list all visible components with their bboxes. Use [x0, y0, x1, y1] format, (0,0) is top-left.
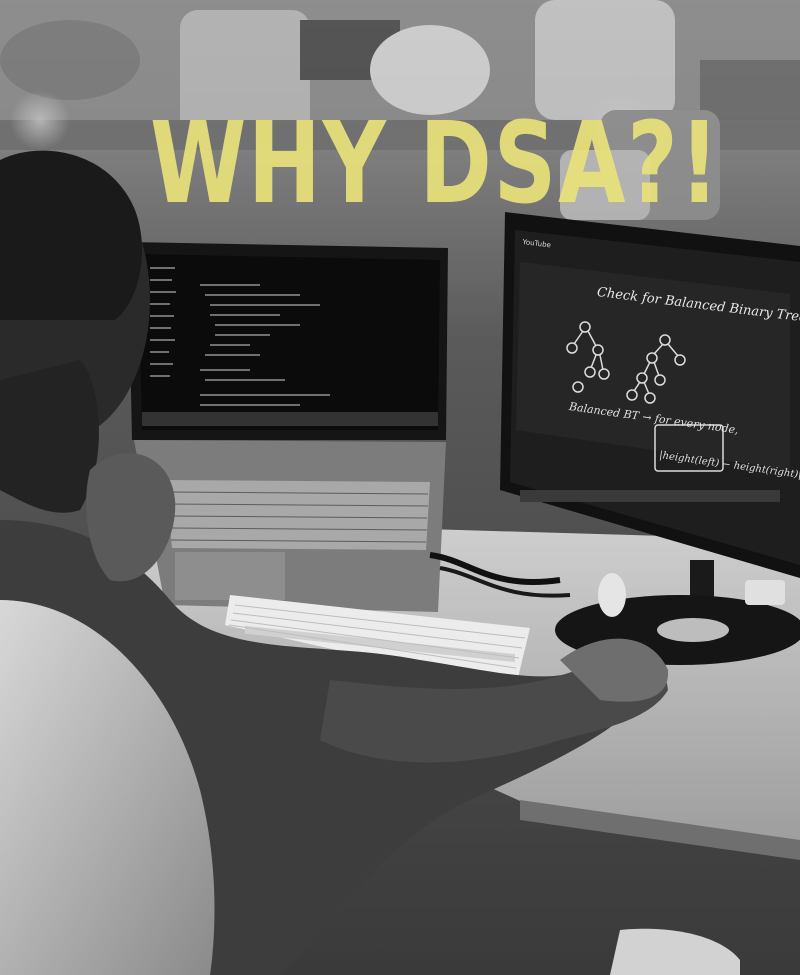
figurine	[598, 573, 626, 617]
headline-overlay: WHY DSA?!	[150, 99, 721, 229]
toy-car	[657, 618, 729, 642]
photo-scene: YouTube Check for Balanced Binary Tree B…	[0, 0, 800, 975]
laptop	[128, 242, 448, 612]
